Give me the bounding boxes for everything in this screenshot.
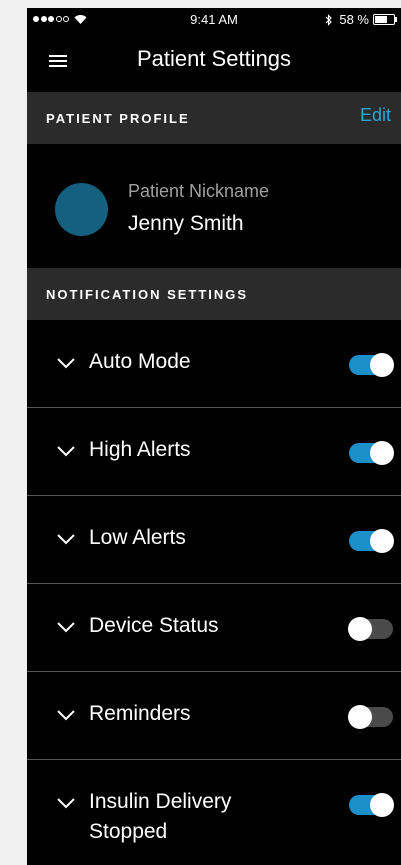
section-header-patient-profile: PATIENT PROFILE Edit	[27, 92, 401, 144]
patient-profile: Patient Nickname Jenny Smith	[27, 144, 401, 268]
setting-row-device-status[interactable]: Device Status	[27, 584, 401, 672]
section-title-patient-profile: PATIENT PROFILE	[46, 110, 190, 126]
section-title-notification-settings: NOTIFICATION SETTINGS	[46, 286, 249, 302]
avatar	[55, 183, 108, 236]
chevron-down-icon[interactable]	[57, 358, 75, 369]
chevron-down-icon[interactable]	[57, 534, 75, 545]
bluetooth-icon	[325, 13, 333, 26]
battery-icon	[373, 14, 397, 25]
chevron-down-icon[interactable]	[57, 798, 75, 809]
device-status-toggle[interactable]	[348, 617, 393, 641]
setting-label: High Alerts	[89, 438, 191, 461]
battery-percent: 58 %	[339, 12, 369, 27]
setting-label: Auto Mode	[89, 350, 191, 373]
edit-profile-button[interactable]: Edit	[360, 105, 391, 126]
auto-mode-toggle[interactable]	[349, 353, 394, 377]
setting-row-reminders[interactable]: Reminders	[27, 672, 401, 760]
setting-label: Reminders	[89, 702, 191, 725]
setting-label: Low Alerts	[89, 526, 186, 549]
nav-bar: Patient Settings	[27, 34, 401, 92]
phone-screen: 9:41 AM 58 % Patient Settings PATIENT PR…	[27, 8, 401, 865]
setting-row-insulin-delivery-stopped[interactable]: Insulin Delivery Stopped	[27, 760, 401, 865]
high-alerts-toggle[interactable]	[349, 441, 394, 465]
page-title: Patient Settings	[136, 46, 292, 71]
reminders-toggle[interactable]	[348, 705, 393, 729]
status-bar: 9:41 AM 58 %	[27, 8, 401, 34]
setting-row-auto-mode[interactable]: Auto Mode	[27, 320, 401, 408]
nickname-label: Patient Nickname	[128, 181, 270, 201]
insulin-delivery-stopped-toggle[interactable]	[349, 793, 394, 817]
chevron-down-icon[interactable]	[57, 622, 75, 633]
status-right: 58 %	[325, 12, 397, 27]
setting-label: Insulin Delivery Stopped	[89, 790, 232, 843]
section-header-notification-settings: NOTIFICATION SETTINGS	[27, 268, 401, 320]
low-alerts-toggle[interactable]	[349, 529, 394, 553]
chevron-down-icon[interactable]	[57, 446, 75, 457]
setting-label: Device Status	[89, 614, 219, 637]
patient-name: Jenny Smith	[128, 212, 244, 235]
chevron-down-icon[interactable]	[57, 710, 75, 721]
setting-row-high-alerts[interactable]: High Alerts	[27, 408, 401, 496]
setting-row-low-alerts[interactable]: Low Alerts	[27, 496, 401, 584]
